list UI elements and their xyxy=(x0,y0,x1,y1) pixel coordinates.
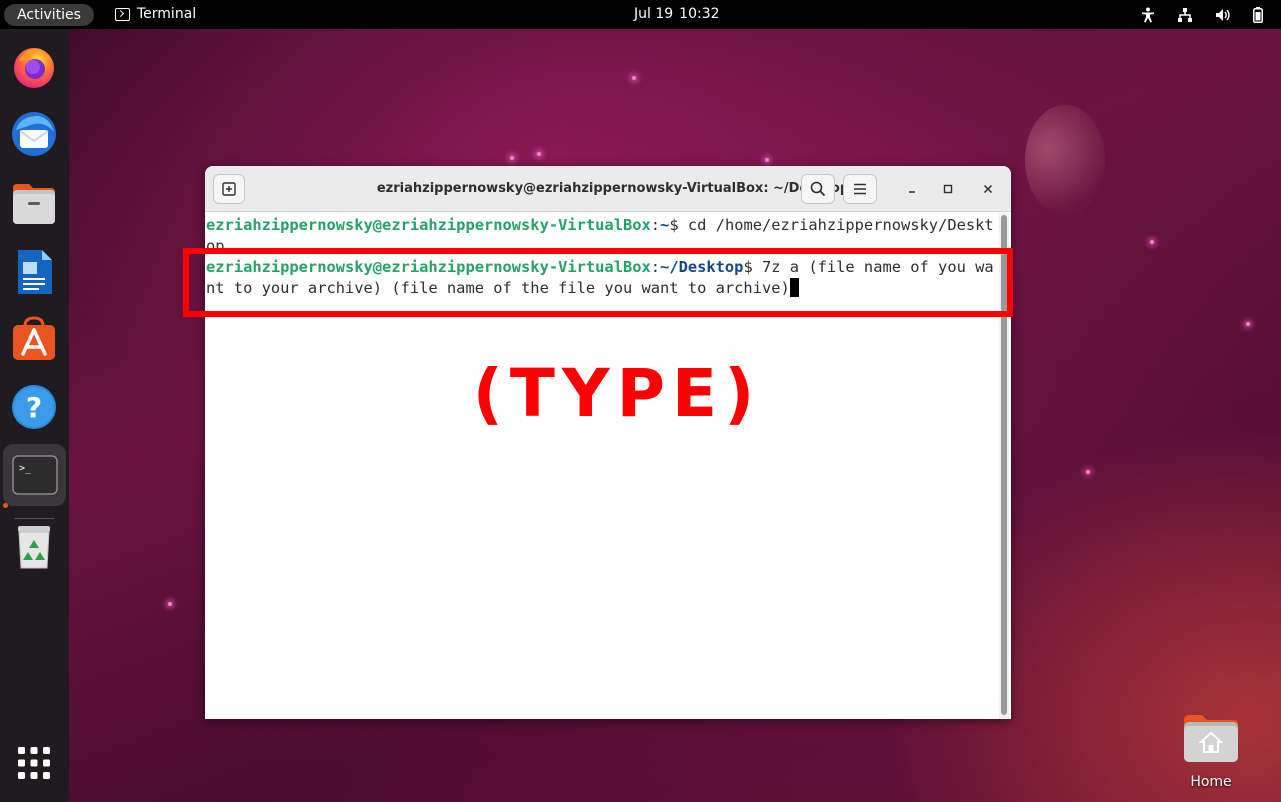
running-indicator xyxy=(3,503,8,508)
desktop-home-folder[interactable] xyxy=(1182,712,1240,764)
top-bar: Activities Terminal Jul 19 10:32 xyxy=(0,0,1281,29)
activities-button[interactable]: Activities xyxy=(4,4,94,26)
search-icon xyxy=(810,181,826,197)
svg-text:?: ? xyxy=(26,391,42,424)
clock-time: 10:32 xyxy=(679,6,720,22)
annotation-label: (TYPE) xyxy=(472,355,762,432)
wallpaper-star xyxy=(1086,470,1090,474)
system-tray[interactable] xyxy=(1141,4,1263,26)
dock-separator xyxy=(14,518,54,519)
battery-icon[interactable] xyxy=(1253,7,1263,23)
libreoffice-writer-icon xyxy=(18,250,52,294)
maximize-button[interactable] xyxy=(938,179,958,199)
wallpaper-star xyxy=(1150,240,1154,244)
network-icon[interactable] xyxy=(1177,7,1193,23)
desktop-home-label: Home xyxy=(1190,774,1232,790)
dock-terminal[interactable]: >_ xyxy=(3,444,66,506)
window-title: ezriahzippernowsky@ezriahzippernowsky-Vi… xyxy=(376,181,850,196)
app-menu-label: Terminal xyxy=(137,6,197,22)
prompt-separator: : xyxy=(650,216,661,234)
dock-thunderbird[interactable] xyxy=(9,109,59,159)
terminal-icon: >_ xyxy=(11,455,58,495)
wallpaper-star xyxy=(510,156,514,160)
thunderbird-icon xyxy=(12,112,56,156)
trash-icon xyxy=(18,526,50,569)
terminal-headerbar[interactable]: ezriahzippernowsky@ezriahzippernowsky-Vi… xyxy=(205,166,1011,212)
prompt-path: ~ xyxy=(660,216,670,234)
dock-trash[interactable] xyxy=(9,522,59,572)
highlight-box xyxy=(183,248,1013,317)
dock-show-applications[interactable] xyxy=(9,738,59,788)
maximize-icon xyxy=(943,184,953,194)
dock-ubuntu-software[interactable] xyxy=(9,314,59,364)
wallpaper-star xyxy=(765,158,769,162)
volume-icon[interactable] xyxy=(1215,7,1231,23)
search-button[interactable] xyxy=(801,174,835,204)
wallpaper-star xyxy=(537,152,541,156)
menu-button[interactable] xyxy=(843,174,877,204)
prompt-user-host: ezriahzippernowsky@ezriahzippernowsky-Vi… xyxy=(206,216,651,234)
files-icon xyxy=(13,184,55,224)
firefox-icon xyxy=(14,48,54,88)
dock-writer[interactable] xyxy=(9,247,59,297)
ubuntu-software-icon xyxy=(13,316,55,360)
dock-firefox[interactable] xyxy=(9,41,59,91)
minimize-icon xyxy=(909,191,915,193)
svg-text:>_: >_ xyxy=(19,463,32,474)
hamburger-menu-icon xyxy=(854,183,866,195)
show-applications-icon xyxy=(18,747,50,779)
help-icon: ? xyxy=(12,385,56,429)
dock-help[interactable]: ? xyxy=(9,382,59,432)
wallpaper-star xyxy=(1246,322,1250,326)
app-menu[interactable]: Terminal xyxy=(115,6,196,22)
home-folder-icon xyxy=(1184,715,1238,762)
clock[interactable]: Jul 19 10:32 xyxy=(634,6,720,22)
clock-date: Jul 19 xyxy=(634,6,674,22)
dock: ? >_ xyxy=(0,29,69,802)
terminal-small-icon xyxy=(115,7,130,21)
wallpaper-star xyxy=(632,76,636,80)
accessibility-icon[interactable] xyxy=(1141,7,1155,23)
close-icon xyxy=(983,184,993,194)
dock-files[interactable] xyxy=(9,179,59,229)
close-button[interactable] xyxy=(978,179,998,199)
wallpaper-moon xyxy=(1025,105,1105,215)
prompt-symbol: $ xyxy=(669,216,688,234)
wallpaper-star xyxy=(168,602,172,606)
minimize-button[interactable] xyxy=(902,179,922,199)
